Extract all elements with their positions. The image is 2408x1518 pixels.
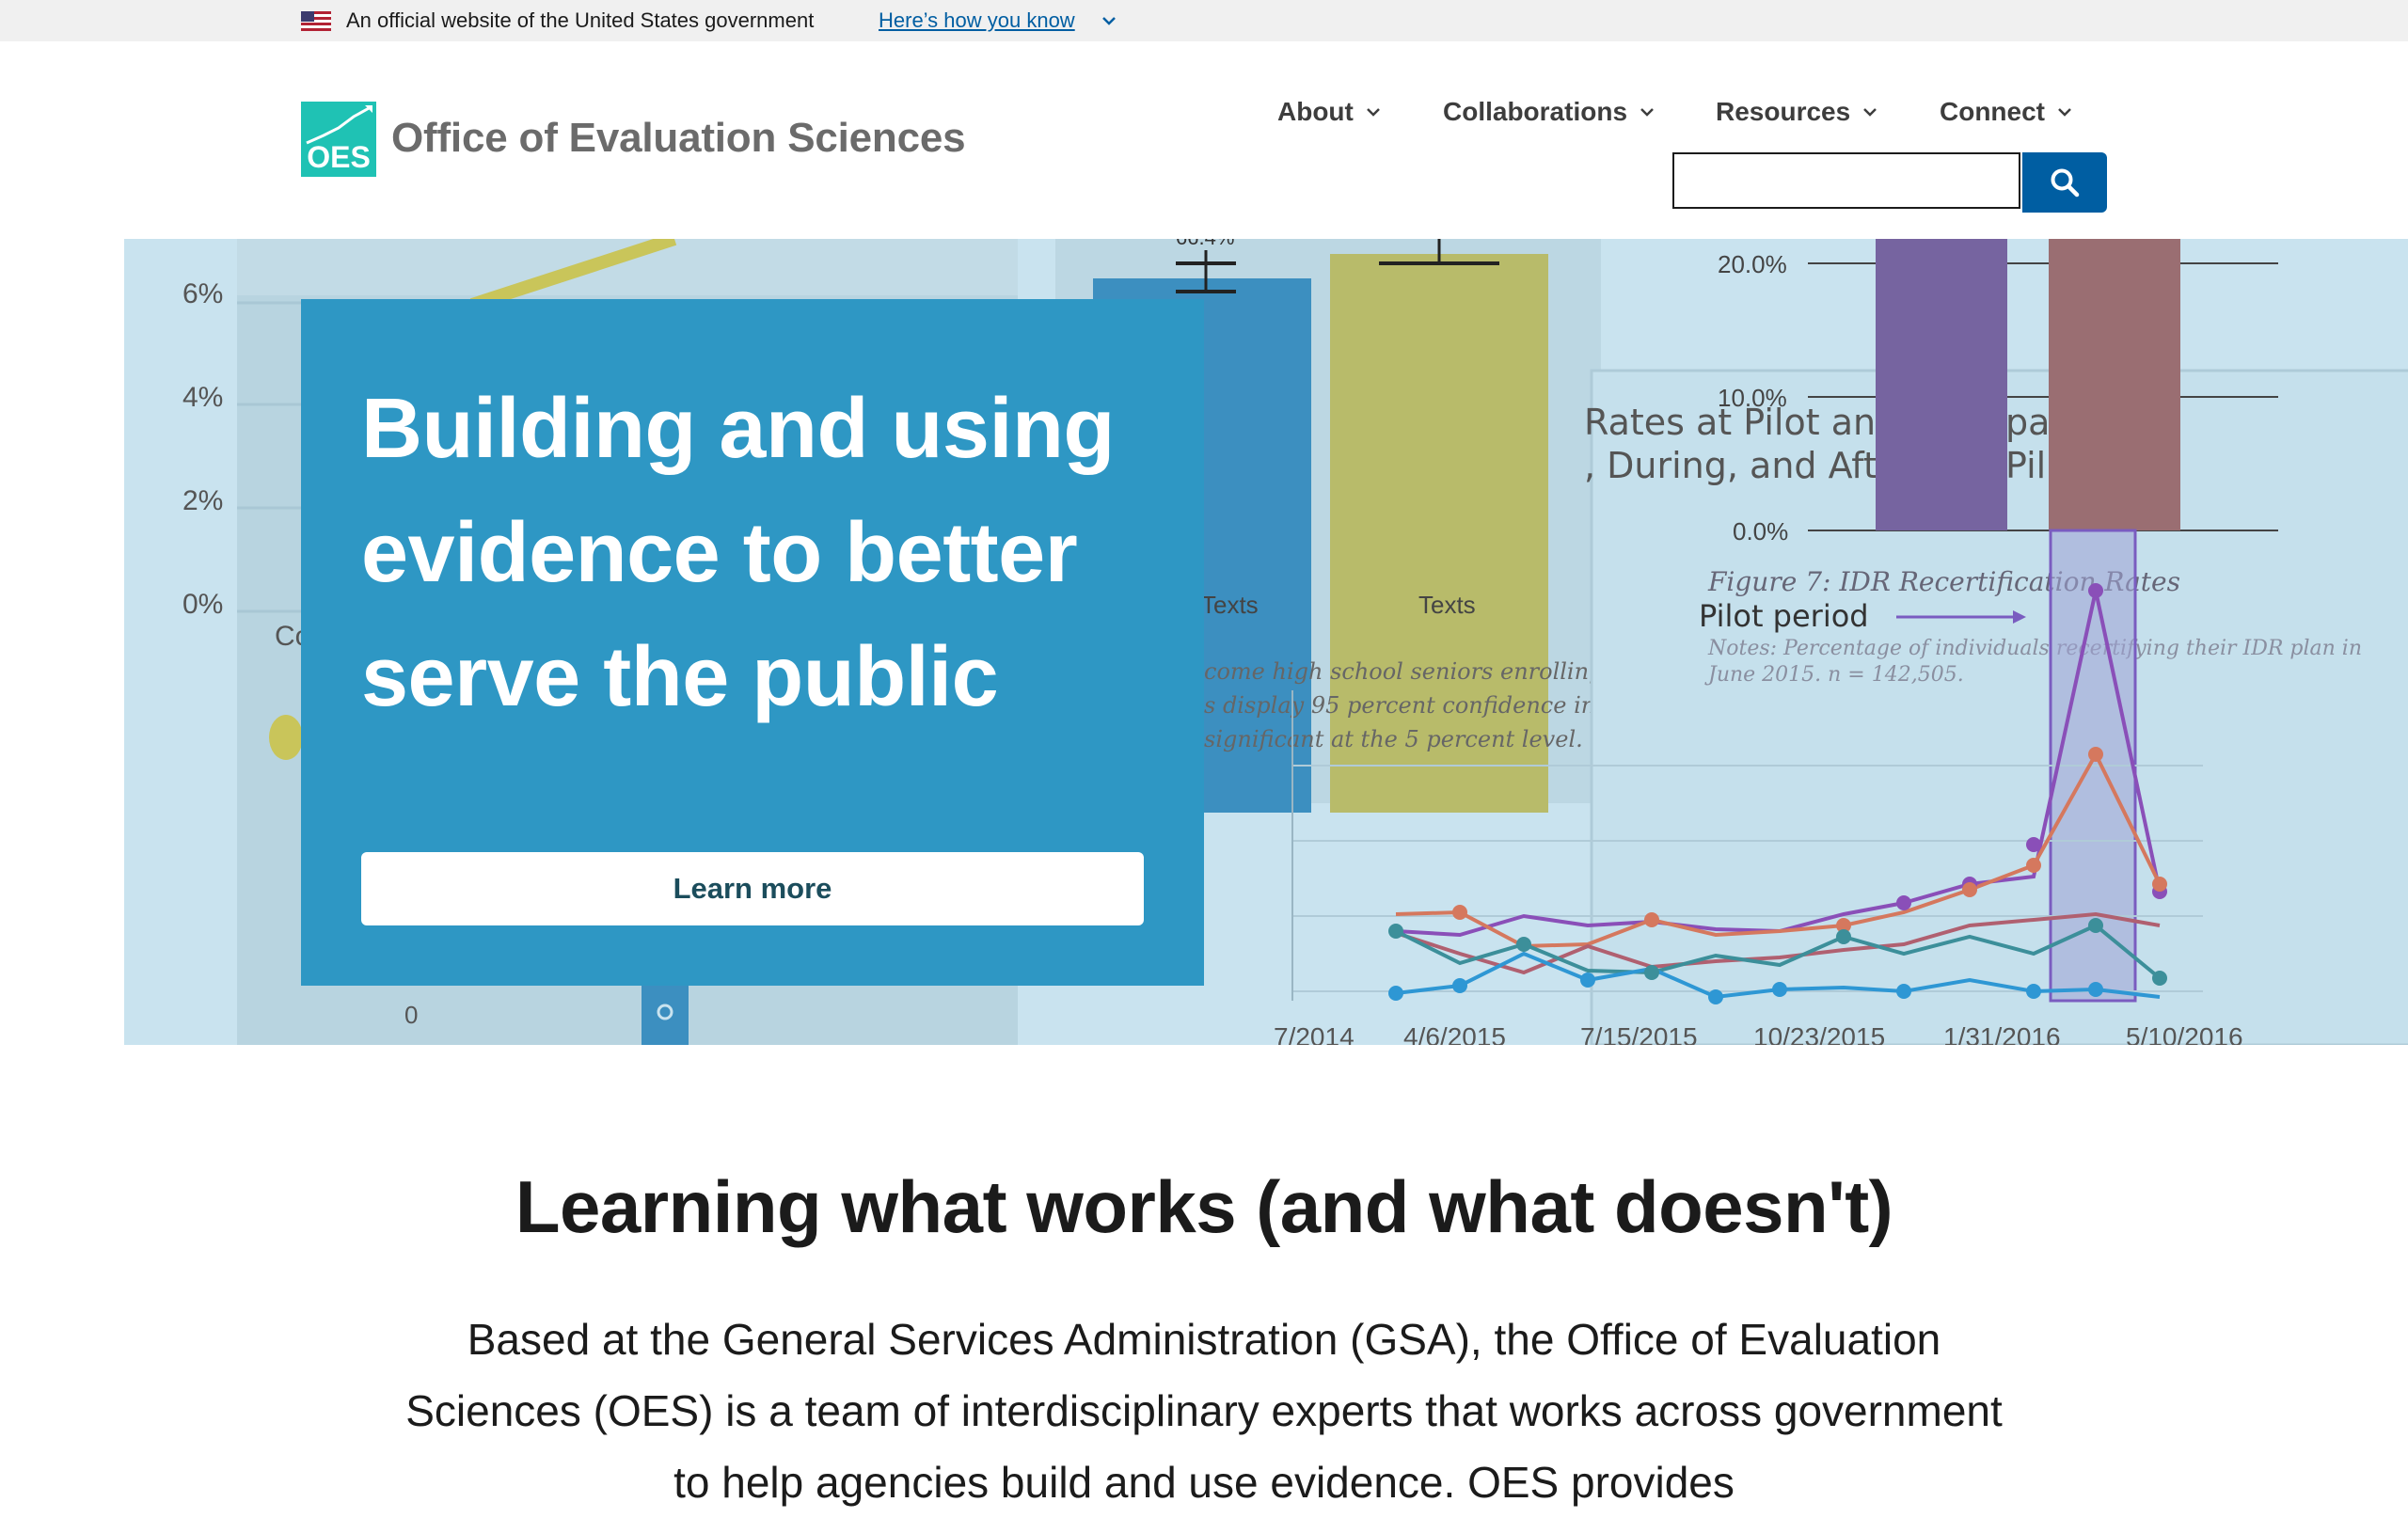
chevron-down-icon	[1863, 108, 1877, 117]
notes-text: Notes: Percentage of individuals recerti…	[1707, 637, 2362, 660]
us-flag-icon	[301, 11, 331, 31]
pct-label: 2%	[182, 485, 223, 516]
search-button[interactable]	[2022, 152, 2107, 213]
nav-about-label: About	[1277, 97, 1354, 126]
chevron-down-icon	[2058, 108, 2071, 117]
pct-label: 0%	[182, 589, 223, 620]
rates-text: , During, and Aft	[1584, 445, 1877, 486]
nav-collaborations[interactable]: Collaborations	[1443, 96, 1656, 128]
hero-title: Building and using evidence to better se…	[361, 382, 1115, 724]
texts-label: Texts	[1201, 591, 1259, 619]
how-you-know-link[interactable]: Here’s how you know	[879, 8, 1075, 33]
logo-text: OES	[307, 140, 371, 174]
nav-connect-label: Connect	[1940, 97, 2045, 126]
chevron-down-icon[interactable]	[1101, 13, 1117, 28]
site-title[interactable]: Office of Evaluation Sciences	[391, 115, 966, 162]
pct-label: 6%	[182, 278, 223, 309]
oes-logo[interactable]: OES	[301, 102, 376, 177]
date-label: 10/23/2015	[1753, 1022, 1885, 1045]
rates-text: pa	[2005, 402, 2050, 443]
date-label: 1/31/2016	[1943, 1022, 2061, 1045]
zero-label: 0	[404, 1001, 418, 1029]
notes-text: June 2015. n = 142,505.	[1704, 663, 1964, 687]
pilot-period: Pilot period	[1699, 598, 1869, 634]
chevron-down-icon	[1640, 108, 1654, 117]
learn-more-button[interactable]: Learn more	[361, 852, 1144, 925]
date-label: 7/2014	[1274, 1022, 1354, 1045]
chevron-down-icon	[1366, 108, 1380, 117]
search-input[interactable]	[1672, 152, 2020, 209]
nav-collaborations-label: Collaborations	[1443, 97, 1628, 126]
axis-label: 0.0%	[1733, 517, 1788, 546]
section-heading: Learning what works (and what doesn't)	[515, 1165, 1893, 1248]
gov-banner-text: An official website of the United States…	[346, 8, 815, 32]
nav-connect[interactable]: Connect	[1940, 96, 2073, 128]
rates-text: Pil	[2005, 445, 2046, 486]
axis-label: 20.0%	[1718, 250, 1787, 278]
search-icon	[2051, 168, 2080, 198]
date-label: 7/15/2015	[1580, 1022, 1698, 1045]
texts-label: Texts	[1418, 591, 1476, 619]
intro-paragraph: Based at the General Services Administra…	[405, 1315, 2003, 1507]
pct-label: 4%	[182, 382, 223, 413]
nav-about[interactable]: About	[1277, 96, 1382, 128]
date-label: 4/6/2015	[1403, 1022, 1506, 1045]
date-label: 5/10/2016	[2126, 1022, 2243, 1045]
rates-text: Rates at Pilot an	[1584, 402, 1876, 443]
nav-resources-label: Resources	[1716, 97, 1851, 126]
gov-banner: An official website of the United States…	[0, 0, 2408, 41]
bar-top-label: 66.4%	[1176, 239, 1234, 249]
nav-resources[interactable]: Resources	[1716, 96, 1878, 128]
